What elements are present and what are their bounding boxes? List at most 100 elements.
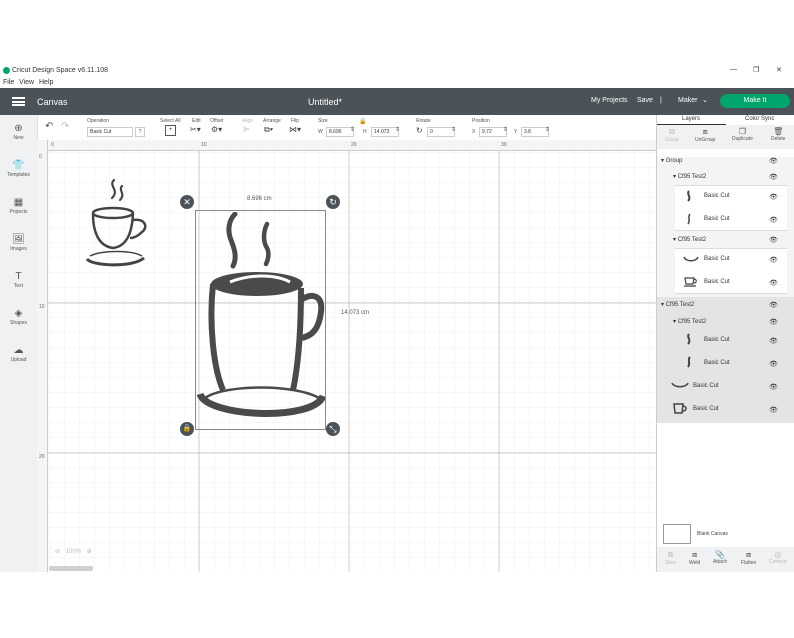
contour-button[interactable]: ◎ Contour <box>769 550 787 565</box>
resize-handle[interactable]: ⤡ <box>326 422 340 436</box>
undo-icon[interactable]: ↶ <box>45 121 53 132</box>
blank-canvas-label: Blank Canvas <box>697 531 728 537</box>
large-coffee-cup-image[interactable] <box>195 212 325 427</box>
eye-icon[interactable]: 👁 <box>769 406 778 414</box>
operation-select[interactable]: Basic Cut <box>87 127 133 137</box>
offset-icon[interactable]: ⚙▾ <box>211 125 222 134</box>
eye-icon[interactable]: 👁 <box>769 173 778 181</box>
blank-canvas-swatch[interactable] <box>663 524 691 544</box>
sidebar-item-images[interactable]: 🖼 Images <box>0 234 37 252</box>
redo-icon[interactable]: ↷ <box>61 121 69 132</box>
layer-label: Basic Cut <box>693 406 719 412</box>
zoom-in-icon[interactable]: ⊕ <box>87 549 92 555</box>
lock-handle[interactable]: 🔒 <box>180 422 194 436</box>
y-stepper-icon[interactable]: ⇕ <box>545 126 550 133</box>
layer-group-row[interactable]: ▾ Group <box>661 157 682 164</box>
eye-icon[interactable]: 👁 <box>769 337 778 345</box>
ungroup-button[interactable]: ⧈ UnGroup <box>695 127 715 143</box>
eye-icon[interactable]: 👁 <box>769 193 778 201</box>
tab-color-sync[interactable]: Color Sync <box>745 116 774 122</box>
vertical-ruler: 0 10 20 <box>37 140 48 572</box>
menu-file[interactable]: File <box>3 79 14 86</box>
edit-scissors-icon[interactable]: ✂▾ <box>190 125 201 134</box>
eye-icon[interactable]: 👁 <box>769 360 778 368</box>
sidebar-item-label: Projects <box>9 209 28 215</box>
lock-ratio-icon[interactable]: 🔒 <box>359 118 366 125</box>
height-stepper-icon[interactable]: ⇕ <box>395 126 400 133</box>
tab-layers[interactable]: Layers <box>682 116 700 122</box>
sidebar-item-new[interactable]: ⊕ New <box>0 123 37 141</box>
sidebar-item-text[interactable]: T Text <box>0 271 37 289</box>
my-projects-button[interactable]: My Projects <box>591 97 628 104</box>
eye-icon[interactable]: 👁 <box>769 301 778 309</box>
sidebar-item-shapes[interactable]: ◈ Shapes <box>0 308 37 326</box>
layer-subgroup-row[interactable]: ▾ Cf95 Test2 <box>673 173 706 180</box>
chevron-down-icon[interactable]: ⌄ <box>702 96 708 104</box>
eye-icon[interactable]: 👁 <box>769 279 778 287</box>
small-coffee-cup-image[interactable] <box>82 176 172 276</box>
layer-item-row[interactable]: Basic Cut <box>704 279 730 285</box>
delete-button[interactable]: 🗑 Delete <box>771 127 785 142</box>
machine-select[interactable]: Maker <box>678 97 697 104</box>
sidebar-item-upload[interactable]: ☁ Upload <box>0 345 37 363</box>
layer-label: Basic Cut <box>704 193 730 199</box>
design-canvas[interactable]: 8.696 cm 14.073 cm ✕ ↻ 🔒 ⤡ ⊖ 100% ⊕ <box>37 140 656 572</box>
eye-icon[interactable]: 👁 <box>769 318 778 326</box>
layer-item-row[interactable]: Basic Cut <box>704 337 730 343</box>
eye-icon[interactable]: 👁 <box>769 383 778 391</box>
rotate-icon[interactable]: ↻ <box>416 126 423 135</box>
select-all-icon[interactable]: + <box>165 125 176 136</box>
hamburger-menu-icon[interactable] <box>12 97 25 106</box>
close-window-button[interactable]: ✕ <box>776 66 782 74</box>
rotate-stepper-icon[interactable]: ⇕ <box>451 126 456 133</box>
sidebar-item-label: Upload <box>10 357 27 363</box>
flip-label: Flip <box>291 118 300 124</box>
slice-button[interactable]: ⧉ Slice <box>665 550 676 566</box>
layer-item-row[interactable]: Basic Cut <box>693 406 719 412</box>
group-label: Group <box>665 137 679 143</box>
duplicate-button[interactable]: ❐ Duplicate <box>732 127 753 142</box>
layer-item-row[interactable]: Basic Cut <box>704 360 730 366</box>
eye-icon[interactable]: 👁 <box>769 216 778 224</box>
flip-icon[interactable]: ⋈▾ <box>289 125 301 134</box>
eye-icon[interactable]: 👁 <box>769 256 778 264</box>
sidebar-item-templates[interactable]: 👕 Templates <box>0 160 37 178</box>
layer-subgroup-row[interactable]: ▾ Cf95 Test2 <box>673 236 706 243</box>
menu-view[interactable]: View <box>19 79 34 86</box>
group-button[interactable]: ⧉ Group <box>665 127 679 143</box>
zoom-out-icon[interactable]: ⊖ <box>55 549 60 555</box>
align-icon[interactable]: ⊫ <box>243 125 250 134</box>
flatten-button[interactable]: ⧈ Flatten <box>741 550 756 566</box>
operation-help-icon[interactable]: ? <box>135 127 145 137</box>
minimize-button[interactable]: — <box>730 66 737 73</box>
layer-item-row[interactable]: Basic Cut <box>704 216 730 222</box>
eye-icon[interactable]: 👁 <box>769 236 778 244</box>
arrange-icon[interactable]: ⧉▾ <box>264 125 273 135</box>
save-button[interactable]: Save <box>637 97 653 104</box>
menu-help[interactable]: Help <box>39 79 53 86</box>
layer-label: Basic Cut <box>704 216 730 222</box>
steam-left-thumbnail-icon <box>687 333 691 345</box>
app-header: Canvas Untitled* My Projects Save | Make… <box>0 88 794 115</box>
layer-item-row[interactable]: Basic Cut <box>704 193 730 199</box>
layer-group-row[interactable]: ▾ Cf95 Test2 <box>661 301 694 308</box>
make-it-button[interactable]: Make It <box>720 94 790 108</box>
layer-item-row[interactable]: Basic Cut <box>704 256 730 262</box>
selection-height-label: 14.073 cm <box>341 310 370 316</box>
layer-subgroup-row[interactable]: ▾ Cf95 Test2 <box>673 318 706 325</box>
weld-button[interactable]: ⧈ Weld <box>689 550 700 566</box>
width-stepper-icon[interactable]: ⇕ <box>350 126 355 133</box>
align-label: Align <box>242 118 254 124</box>
x-stepper-icon[interactable]: ⇕ <box>503 126 508 133</box>
large-cup-thumbnail-icon <box>673 403 687 414</box>
eye-icon[interactable]: 👁 <box>769 157 778 165</box>
layer-label: Cf95 Test2 <box>677 237 707 243</box>
rotate-handle[interactable]: ↻ <box>326 195 340 209</box>
delete-selection-handle[interactable]: ✕ <box>180 195 194 209</box>
sidebar-item-projects[interactable]: ▦ Projects <box>0 197 37 215</box>
horizontal-scrollbar[interactable] <box>49 566 93 571</box>
attach-button[interactable]: 📎 Attach <box>713 550 727 565</box>
maximize-button[interactable]: ❐ <box>753 66 759 74</box>
sidebar-item-label: Templates <box>7 172 30 178</box>
layer-item-row[interactable]: Basic Cut <box>693 383 719 389</box>
